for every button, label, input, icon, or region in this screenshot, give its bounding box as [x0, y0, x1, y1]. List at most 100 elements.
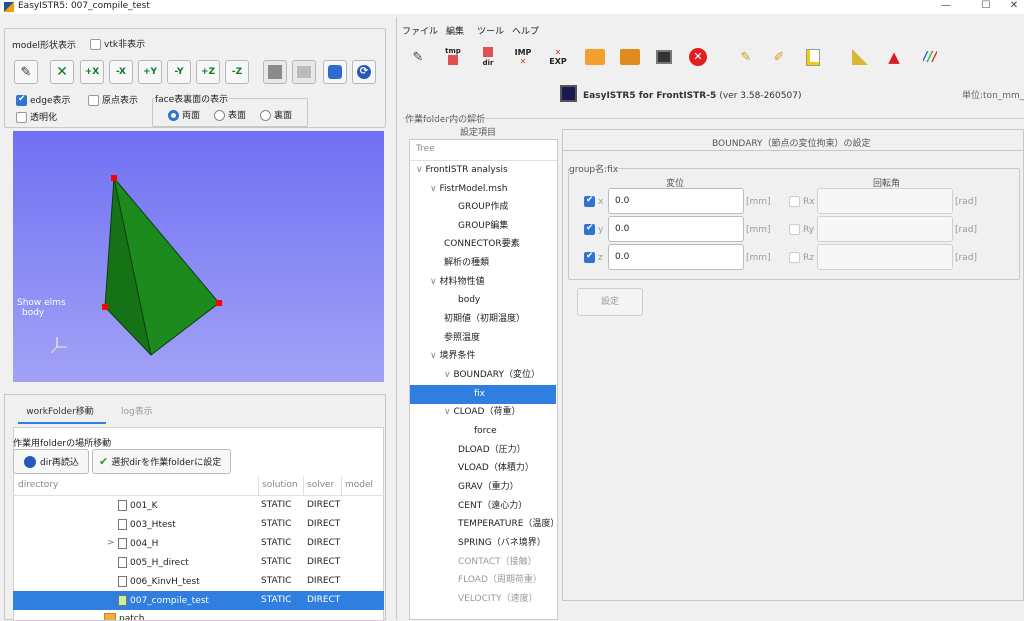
disp-x-input[interactable]: 0.0	[608, 188, 744, 214]
settings-tool-icon[interactable]: ✎	[405, 44, 431, 70]
3d-viewer[interactable]: Show elms body	[13, 131, 384, 382]
fit-view-button[interactable]: ✕	[50, 60, 74, 84]
tree-item-velocity[interactable]: VELOCITY（速度）	[458, 590, 538, 609]
transparent-checkbox[interactable]: 透明化	[16, 110, 57, 123]
tree-item-material[interactable]: ∨ 材料物性値	[430, 273, 484, 292]
unit-rad: [rad]	[955, 253, 977, 263]
table-row[interactable]: 005_H_direct STATIC DIRECT	[13, 553, 384, 572]
open-folder-icon[interactable]	[582, 44, 608, 70]
tab-log[interactable]: log表示	[121, 404, 153, 417]
wire-cube-icon[interactable]	[292, 60, 316, 84]
refresh-view-icon[interactable]: ⟳	[352, 60, 376, 84]
app-icon	[4, 2, 14, 12]
tree-item-spring[interactable]: SPRING（バネ境界）	[458, 534, 546, 553]
export-icon[interactable]: ✕ EXP	[545, 44, 571, 70]
tree-item-grav[interactable]: GRAV（重力）	[458, 478, 519, 497]
screenshot-icon[interactable]	[323, 60, 347, 84]
post-process-icon[interactable]: ///	[917, 44, 943, 70]
tree-item-group-create[interactable]: GROUP作成	[458, 198, 508, 217]
node-marker	[216, 300, 222, 306]
settings-tool-icon[interactable]: ✎	[14, 60, 38, 84]
close-button[interactable]: ✕	[1000, 0, 1024, 11]
new-file-icon[interactable]	[800, 44, 826, 70]
clean-broom-icon[interactable]: ✐	[766, 44, 792, 70]
maximize-button[interactable]: ☐	[972, 0, 1000, 11]
disp-z-checkbox[interactable]: z	[584, 251, 603, 263]
tree-item-force[interactable]: force	[474, 422, 497, 441]
menu-help[interactable]: ヘルプ	[512, 24, 539, 37]
tree-item-boundary-cond[interactable]: ∨ 境界条件	[430, 347, 475, 366]
rot-x-input[interactable]	[817, 188, 953, 214]
menu-file[interactable]: ファイル	[402, 24, 438, 37]
table-row[interactable]: 001_K STATIC DIRECT	[13, 496, 384, 515]
disp-y-input[interactable]: 0.0	[608, 216, 744, 242]
directory-table[interactable]: directory solution solver model 001_K ST…	[13, 476, 384, 620]
table-row-selected[interactable]: 007_compile_test STATIC DIRECT	[13, 591, 384, 610]
tree-item-cload[interactable]: ∨ CLOAD（荷重）	[444, 403, 520, 422]
tree-item-ref-temp[interactable]: 参照温度	[444, 329, 480, 348]
view-minus-z-button[interactable]: -Z	[225, 60, 249, 84]
tree-item-temperature[interactable]: TEMPERATURE（温度）	[458, 515, 557, 534]
set-workfolder-button[interactable]: ✔ 選択dirを作業folderに設定	[92, 449, 231, 474]
face-front-radio[interactable]: 表面	[214, 108, 246, 121]
solid-cube-icon[interactable]	[263, 60, 287, 84]
tree-item-fix-selected[interactable]: fix	[410, 385, 556, 404]
rot-y-input[interactable]	[817, 216, 953, 242]
tree-item-analysis-type[interactable]: 解析の種類	[444, 254, 489, 273]
view-plus-y-button[interactable]: +Y	[138, 60, 162, 84]
rot-y-checkbox[interactable]: Ry	[789, 224, 814, 235]
tree-item-model[interactable]: ∨ FistrModel.msh	[430, 180, 507, 199]
file-check-icon	[118, 595, 127, 606]
edit-note-icon[interactable]: ✎	[733, 44, 759, 70]
apply-settings-button[interactable]: 設定	[577, 288, 643, 316]
view-plus-z-button[interactable]: +Z	[196, 60, 220, 84]
tree-item-group-edit[interactable]: GROUP編集	[458, 217, 508, 236]
face-back-radio[interactable]: 裏面	[260, 108, 292, 121]
tree-item-vload[interactable]: VLOAD（体積力）	[458, 459, 534, 478]
tetrahedron-model	[50, 175, 222, 356]
tree-item-body[interactable]: body	[458, 291, 480, 310]
rot-z-checkbox[interactable]: Rz	[789, 252, 814, 263]
tree-item-cent[interactable]: CENT（遠心力）	[458, 497, 527, 516]
tree-item-boundary[interactable]: ∨ BOUNDARY（変位）	[444, 366, 540, 385]
tree-item-frontistr[interactable]: ∨ FrontISTR analysis	[416, 161, 508, 180]
view-minus-y-button[interactable]: -Y	[167, 60, 191, 84]
menu-edit[interactable]: 編集	[446, 24, 464, 37]
tree-item-fload[interactable]: FLOAD（周期荷重）	[458, 571, 542, 590]
measure-icon[interactable]	[847, 44, 873, 70]
view-minus-x-button[interactable]: -X	[109, 60, 133, 84]
tree-item-connector[interactable]: CONNECTOR要素	[444, 235, 520, 254]
refresh-icon	[24, 455, 36, 468]
terminal-icon[interactable]	[651, 44, 677, 70]
rot-x-checkbox[interactable]: Rx	[789, 196, 815, 207]
title-bar: EasyISTR5: 007_compile_test — ☐ ✕	[0, 0, 1024, 14]
dir-icon[interactable]: dir	[475, 44, 501, 70]
save-folder-icon[interactable]	[617, 44, 643, 70]
vtk-hide-checkbox[interactable]: vtk非表示	[90, 37, 145, 50]
disp-y-checkbox[interactable]: y	[584, 223, 603, 235]
table-row[interactable]: 003_Htest STATIC DIRECT	[13, 515, 384, 534]
import-icon[interactable]: IMP ✕	[510, 44, 536, 70]
mesh-tool-icon[interactable]: ▲	[881, 44, 907, 70]
rot-z-input[interactable]	[817, 244, 953, 270]
minimize-button[interactable]: —	[932, 0, 960, 11]
stop-icon[interactable]: ✕	[685, 44, 711, 70]
tree-item-contact[interactable]: CONTACT（接触）	[458, 553, 537, 572]
tree-item-dload[interactable]: DLOAD（圧力）	[458, 441, 526, 460]
menu-tools[interactable]: ツール	[477, 24, 504, 37]
reload-dir-button[interactable]: dir再読込	[13, 449, 89, 474]
view-plus-x-button[interactable]: +X	[80, 60, 104, 84]
edge-display-checkbox[interactable]: edge表示	[16, 93, 71, 106]
analysis-tree[interactable]: Tree ∨ FrontISTR analysis ∨ FistrModel.m…	[409, 139, 558, 620]
disp-x-checkbox[interactable]: x	[584, 195, 603, 207]
table-row[interactable]: patch	[13, 610, 384, 620]
origin-display-checkbox[interactable]: 原点表示	[88, 93, 138, 106]
tree-item-initial[interactable]: 初期値（初期温度）	[444, 310, 525, 329]
face-both-radio[interactable]: 両面	[168, 108, 200, 121]
table-row[interactable]: 006_KinvH_test STATIC DIRECT	[13, 572, 384, 591]
tab-workfolder[interactable]: workFolder移動	[18, 404, 102, 417]
tmp-icon[interactable]: tmp	[440, 44, 466, 70]
file-icon	[118, 500, 127, 511]
table-row[interactable]: > 004_H STATIC DIRECT	[13, 534, 384, 553]
disp-z-input[interactable]: 0.0	[608, 244, 744, 270]
